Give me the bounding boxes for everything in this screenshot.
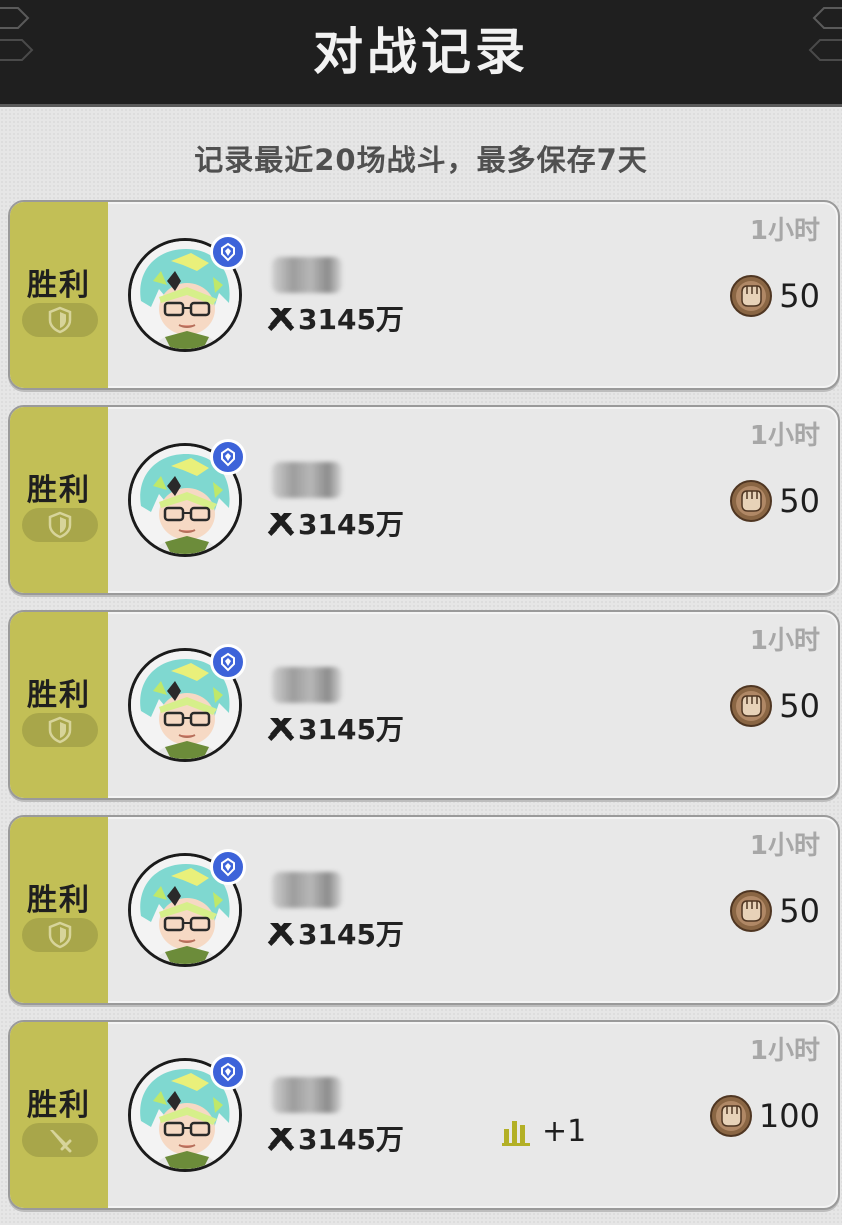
player-name-redacted	[272, 667, 342, 703]
battle-record-card[interactable]: 胜利	[8, 200, 840, 390]
time-ago: 1小时	[749, 216, 820, 246]
combat-power-value: 3145万	[298, 508, 404, 541]
combat-power-value: 3145万	[298, 303, 404, 336]
rank-change: +1	[502, 1114, 586, 1149]
fist-coin-icon	[730, 685, 773, 727]
result-panel: 胜利	[10, 817, 108, 1003]
result-panel: 胜利	[10, 407, 108, 593]
combat-power: 3145万	[266, 913, 404, 953]
rank-bars-icon	[502, 1120, 530, 1146]
result-badge	[22, 918, 98, 952]
shield-icon	[48, 921, 72, 949]
result-badge	[22, 1123, 98, 1157]
result-badge	[22, 508, 98, 542]
time-ago: 1小时	[749, 1036, 820, 1066]
crossed-swords-icon	[267, 718, 295, 741]
battle-record-card[interactable]: 胜利	[8, 405, 840, 595]
shield-icon	[48, 716, 72, 744]
player-name-redacted	[272, 1077, 342, 1113]
result-label: 胜利	[27, 678, 91, 713]
reward: 50	[729, 684, 820, 728]
reward: 50	[729, 479, 820, 523]
rank-change-value: +1	[542, 1114, 587, 1149]
header-bar: 对战记录	[0, 0, 842, 104]
reward: 50	[729, 889, 820, 933]
player-name-redacted	[272, 462, 342, 498]
reward-value: 100	[758, 1097, 820, 1135]
time-ago: 1小时	[749, 421, 820, 451]
subtitle: 记录最近20场战斗，最多保存7天	[194, 143, 648, 177]
combat-power: 3145万	[266, 503, 404, 543]
result-panel: 胜利	[10, 1022, 108, 1208]
rank-badge-icon	[210, 644, 246, 680]
crossed-swords-icon	[267, 513, 295, 536]
combat-power: 3145万	[266, 1118, 404, 1158]
result-badge	[22, 303, 98, 337]
sword-icon	[50, 1130, 72, 1153]
ornament-right-icon	[808, 7, 842, 61]
time-ago: 1小时	[749, 626, 820, 656]
shield-icon	[48, 306, 72, 334]
combat-power-value: 3145万	[298, 1123, 404, 1156]
player-name-redacted	[272, 872, 342, 908]
combat-power-value: 3145万	[298, 918, 404, 951]
crossed-swords-icon	[267, 923, 295, 946]
rank-badge-icon	[210, 849, 246, 885]
fist-coin-icon	[730, 890, 773, 932]
fist-coin-icon	[709, 1095, 752, 1137]
rank-badge-icon	[210, 234, 246, 270]
result-label: 胜利	[27, 883, 91, 918]
fist-coin-icon	[730, 275, 773, 317]
reward-value: 50	[779, 482, 820, 520]
combat-power: 3145万	[266, 708, 404, 748]
reward: 50	[729, 274, 820, 318]
result-label: 胜利	[27, 473, 91, 508]
reward-value: 50	[779, 892, 820, 930]
time-ago: 1小时	[749, 831, 820, 861]
battle-record-card[interactable]: 胜利	[8, 610, 840, 800]
battle-record-card[interactable]: 胜利	[8, 1020, 840, 1210]
combat-power: 3145万	[266, 298, 404, 338]
rank-badge-icon	[210, 439, 246, 475]
result-badge	[22, 713, 98, 747]
result-label: 胜利	[27, 268, 91, 303]
player-name-redacted	[272, 257, 342, 293]
crossed-swords-icon	[267, 308, 295, 331]
shield-icon	[48, 511, 72, 539]
result-panel: 胜利	[10, 202, 108, 388]
battle-record-card[interactable]: 胜利	[8, 815, 840, 1005]
fist-coin-icon	[730, 480, 773, 522]
reward-value: 50	[779, 277, 820, 315]
combat-power-value: 3145万	[298, 713, 404, 746]
page-title: 对战记录	[313, 23, 529, 81]
reward-value: 50	[779, 687, 820, 725]
reward: 100	[709, 1094, 820, 1138]
rank-badge-icon	[210, 1054, 246, 1090]
result-panel: 胜利	[10, 612, 108, 798]
battle-record-list: 胜利 3145万 1小时 50 胜利 3145万 1小时 50 胜利 3145万…	[8, 200, 840, 1225]
crossed-swords-icon	[267, 1128, 295, 1151]
result-label: 胜利	[27, 1088, 91, 1123]
